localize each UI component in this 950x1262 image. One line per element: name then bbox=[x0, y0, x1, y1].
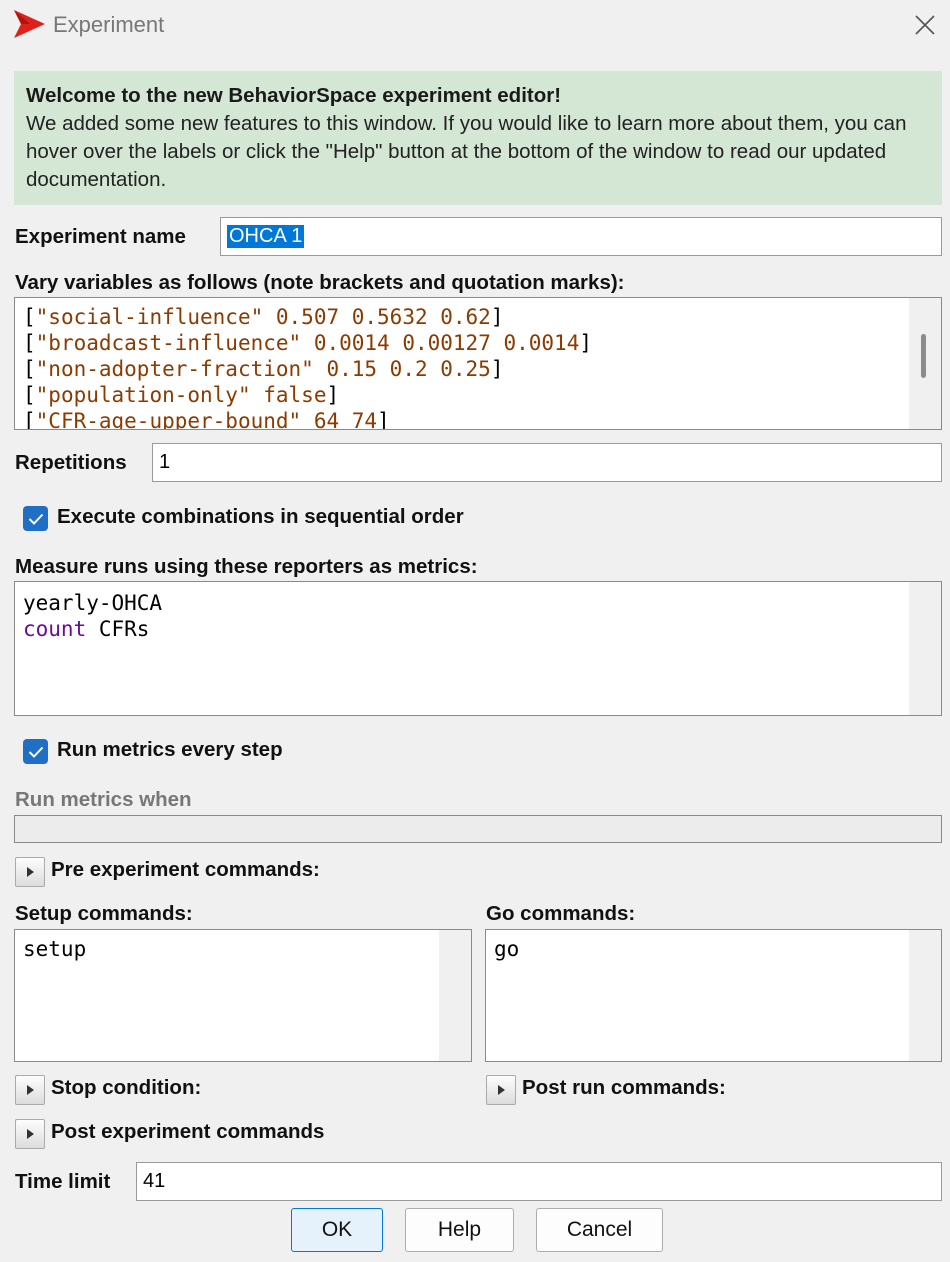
help-button[interactable]: Help bbox=[405, 1208, 514, 1252]
pre-experiment-label: Pre experiment commands: bbox=[51, 858, 320, 881]
close-icon bbox=[915, 15, 935, 35]
checkmark-icon bbox=[28, 513, 43, 525]
time-limit-input[interactable]: 41 bbox=[136, 1162, 942, 1201]
go-scrollbar[interactable] bbox=[909, 930, 941, 1061]
metrics-editor[interactable]: yearly-OHCA count CFRs bbox=[14, 581, 942, 716]
run-metrics-when-input bbox=[14, 815, 942, 843]
vary-variables-lines: ["social-influence" 0.507 0.5632 0.62] [… bbox=[23, 305, 592, 430]
ok-button[interactable]: OK bbox=[291, 1208, 383, 1252]
repetitions-label: Repetitions bbox=[15, 451, 127, 474]
run-every-step-label: Run metrics every step bbox=[57, 738, 283, 761]
metrics-lines: yearly-OHCA count CFRs bbox=[23, 591, 163, 641]
sequential-order-label: Execute combinations in sequential order bbox=[57, 505, 464, 528]
netlogo-logo-icon bbox=[12, 9, 46, 39]
pre-experiment-expand-button[interactable] bbox=[15, 857, 45, 887]
vary-variables-editor[interactable]: ["social-influence" 0.507 0.5632 0.62] [… bbox=[14, 297, 942, 430]
close-button[interactable] bbox=[906, 6, 944, 44]
repetitions-value: 1 bbox=[159, 451, 171, 473]
post-experiment-label: Post experiment commands bbox=[51, 1120, 325, 1143]
welcome-banner: Welcome to the new BehaviorSpace experim… bbox=[14, 71, 942, 205]
stop-condition-label: Stop condition: bbox=[51, 1076, 202, 1099]
experiment-name-value: OHCA 1 bbox=[227, 225, 305, 248]
go-commands-editor[interactable]: go bbox=[485, 929, 942, 1062]
post-run-expand-button[interactable] bbox=[486, 1075, 516, 1105]
sequential-order-checkbox[interactable] bbox=[23, 506, 48, 531]
go-code: go bbox=[494, 937, 520, 961]
repetitions-input[interactable]: 1 bbox=[152, 443, 942, 482]
post-experiment-expand-button[interactable] bbox=[15, 1119, 45, 1149]
setup-commands-editor[interactable]: setup bbox=[14, 929, 472, 1062]
scrollbar-thumb[interactable] bbox=[921, 334, 926, 378]
triangle-right-icon bbox=[27, 1085, 34, 1095]
go-commands-label: Go commands: bbox=[486, 902, 636, 925]
vary-variables-scrollbar[interactable] bbox=[909, 298, 941, 429]
banner-title: Welcome to the new BehaviorSpace experim… bbox=[26, 84, 562, 107]
stop-condition-expand-button[interactable] bbox=[15, 1075, 45, 1105]
metrics-label: Measure runs using these reporters as me… bbox=[15, 555, 478, 578]
time-limit-value: 41 bbox=[143, 1170, 166, 1192]
post-run-label: Post run commands: bbox=[522, 1076, 726, 1099]
cancel-button[interactable]: Cancel bbox=[536, 1208, 663, 1252]
metrics-scrollbar[interactable] bbox=[909, 582, 941, 715]
triangle-right-icon bbox=[27, 867, 34, 877]
experiment-name-label: Experiment name bbox=[15, 225, 186, 248]
setup-commands-label: Setup commands: bbox=[15, 902, 193, 925]
checkmark-icon bbox=[28, 746, 43, 758]
setup-scrollbar[interactable] bbox=[439, 930, 471, 1061]
window-title: Experiment bbox=[53, 12, 165, 37]
time-limit-label: Time limit bbox=[15, 1170, 111, 1193]
vary-variables-label: Vary variables as follows (note brackets… bbox=[15, 271, 625, 294]
banner-text: We added some new features to this windo… bbox=[26, 112, 907, 191]
setup-code: setup bbox=[23, 937, 87, 961]
run-metrics-when-label: Run metrics when bbox=[15, 788, 192, 811]
triangle-right-icon bbox=[27, 1129, 34, 1139]
experiment-name-input[interactable]: OHCA 1 bbox=[220, 217, 942, 256]
triangle-right-icon bbox=[498, 1085, 505, 1095]
run-every-step-checkbox[interactable] bbox=[23, 739, 48, 764]
